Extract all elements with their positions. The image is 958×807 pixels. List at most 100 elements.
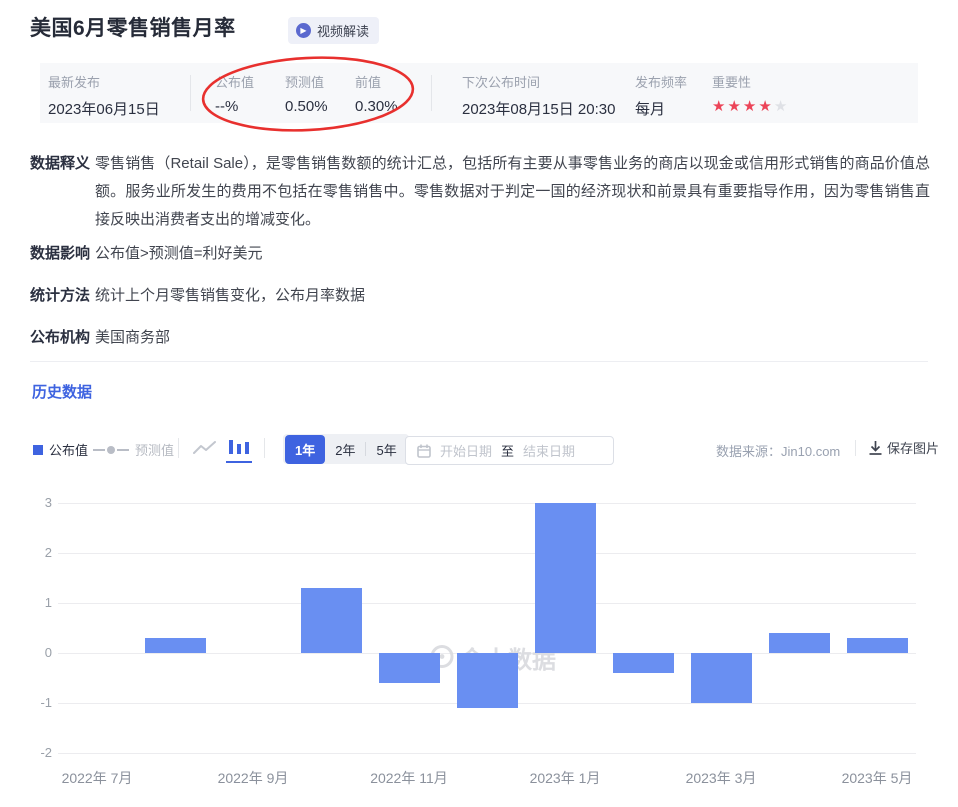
bar-2022年11月[interactable] bbox=[379, 653, 440, 683]
info-content: 美国商务部 bbox=[95, 324, 930, 352]
y-axis-tick-label: -1 bbox=[12, 695, 52, 710]
stats-bar: 最新发布 2023年06月15日 公布值 --% 预测值 0.50% 前值 0.… bbox=[40, 63, 918, 123]
info-row-definition: 数据释义 零售销售（Retail Sale），是零售销售数额的统计汇总，包括所有… bbox=[30, 150, 930, 234]
y-axis-tick-label: -2 bbox=[12, 745, 52, 760]
stat-value: 2023年06月15日 bbox=[48, 98, 160, 119]
info-row-agency: 公布机构 美国商务部 bbox=[30, 324, 930, 352]
stat-latest-release: 最新发布 2023年06月15日 bbox=[48, 72, 160, 119]
stat-label: 公布值 bbox=[215, 72, 254, 91]
star-icon: ★ bbox=[743, 98, 758, 115]
history-section-title: 历史数据 bbox=[32, 381, 92, 402]
bar-2023年4月[interactable] bbox=[769, 633, 830, 653]
legend-label: 预测值 bbox=[135, 440, 174, 459]
info-row-impact: 数据影响 公布值>预测值=利好美元 bbox=[30, 240, 930, 268]
x-axis-tick-label: 2023年 5月 bbox=[812, 768, 942, 788]
stat-value: 0.30% bbox=[355, 98, 398, 115]
y-axis-tick-label: 1 bbox=[12, 595, 52, 610]
stat-value: --% bbox=[215, 98, 254, 115]
range-button-1y[interactable]: 1年 bbox=[285, 435, 325, 464]
page-title: 美国6月零售销售月率 bbox=[30, 12, 236, 42]
legend-label: 公布值 bbox=[49, 440, 88, 459]
line-chart-icon bbox=[193, 441, 217, 455]
star-icon: ★ bbox=[774, 98, 789, 115]
star-icon: ★ bbox=[712, 98, 727, 115]
stat-next-release: 下次公布时间 2023年08月15日 20:30 bbox=[462, 72, 615, 119]
info-label: 统计方法 bbox=[30, 282, 90, 310]
legend-published[interactable]: 公布值 bbox=[33, 440, 88, 459]
divider bbox=[431, 75, 432, 111]
line-dot-icon bbox=[93, 445, 129, 455]
info-content: 零售销售（Retail Sale），是零售销售数额的统计汇总，包括所有主要从事零… bbox=[95, 150, 930, 234]
stat-label: 前值 bbox=[355, 72, 398, 91]
x-axis-tick-label: 2023年 1月 bbox=[500, 768, 630, 788]
info-row-method: 统计方法 统计上个月零售销售变化，公布月率数据 bbox=[30, 282, 930, 310]
date-separator: 至 bbox=[501, 441, 514, 460]
calendar-icon bbox=[417, 444, 431, 458]
stat-published: 公布值 --% bbox=[215, 72, 254, 115]
y-axis-tick-label: 0 bbox=[12, 645, 52, 660]
x-axis-tick-label: 2022年 7月 bbox=[32, 768, 162, 788]
info-label: 数据释义 bbox=[30, 150, 90, 178]
star-icon: ★ bbox=[727, 98, 742, 115]
download-icon bbox=[869, 441, 882, 455]
divider bbox=[264, 438, 265, 458]
stat-label: 预测值 bbox=[285, 72, 328, 91]
info-content: 公布值>预测值=利好美元 bbox=[95, 240, 930, 268]
bar-2022年8月[interactable] bbox=[145, 638, 206, 653]
bar-2023年2月[interactable] bbox=[613, 653, 674, 673]
line-chart-toggle[interactable] bbox=[193, 441, 217, 460]
bar-2023年1月[interactable] bbox=[535, 503, 596, 653]
info-label: 公布机构 bbox=[30, 324, 90, 352]
stat-value: 2023年08月15日 20:30 bbox=[462, 98, 615, 119]
stat-label: 发布频率 bbox=[635, 72, 687, 91]
bar-2022年10月[interactable] bbox=[301, 588, 362, 653]
history-bar-chart[interactable]: 金十数据 3210-1-22022年 7月2022年 9月2022年 11月20… bbox=[0, 480, 958, 807]
stat-forecast: 预测值 0.50% bbox=[285, 72, 328, 115]
video-explain-button[interactable]: ▶ 视频解读 bbox=[288, 17, 379, 44]
stat-previous: 前值 0.30% bbox=[355, 72, 398, 115]
data-source-label: 数据来源：Jin10.com bbox=[716, 441, 840, 460]
gridline bbox=[58, 503, 916, 504]
stat-importance: 重要性 ★★★★★ bbox=[712, 72, 789, 116]
bar-2022年12月[interactable] bbox=[457, 653, 518, 708]
range-button-2y[interactable]: 2年 bbox=[325, 435, 365, 464]
x-axis-tick-label: 2022年 11月 bbox=[344, 768, 474, 788]
stat-label: 重要性 bbox=[712, 72, 789, 91]
gridline bbox=[58, 553, 916, 554]
stat-frequency: 发布频率 每月 bbox=[635, 72, 687, 119]
play-icon: ▶ bbox=[296, 23, 311, 38]
start-date-input[interactable]: 开始日期 bbox=[440, 441, 492, 460]
star-icon: ★ bbox=[758, 98, 773, 115]
save-image-button[interactable]: 保存图片 bbox=[869, 438, 939, 457]
bar-2023年5月[interactable] bbox=[847, 638, 908, 653]
stat-value: 每月 bbox=[635, 98, 687, 119]
stat-label: 最新发布 bbox=[48, 72, 160, 91]
legend-forecast[interactable]: 预测值 bbox=[93, 440, 174, 459]
y-axis-tick-label: 2 bbox=[12, 545, 52, 560]
gridline bbox=[58, 603, 916, 604]
info-label: 数据影响 bbox=[30, 240, 90, 268]
bar-chart-icon bbox=[228, 439, 250, 455]
divider bbox=[178, 438, 179, 458]
y-axis-tick-label: 3 bbox=[12, 495, 52, 510]
range-button-5y[interactable]: 5年 bbox=[366, 435, 406, 464]
info-content: 统计上个月零售销售变化，公布月率数据 bbox=[95, 282, 930, 310]
bar-chart-toggle[interactable] bbox=[228, 439, 250, 460]
divider bbox=[30, 361, 928, 362]
bar-2023年3月[interactable] bbox=[691, 653, 752, 703]
divider bbox=[855, 440, 856, 456]
gridline bbox=[58, 753, 916, 754]
end-date-input[interactable]: 结束日期 bbox=[523, 441, 575, 460]
save-image-label: 保存图片 bbox=[887, 438, 939, 457]
video-explain-label: 视频解读 bbox=[317, 21, 369, 40]
x-axis-tick-label: 2023年 3月 bbox=[656, 768, 786, 788]
date-range-picker[interactable]: 开始日期 至 结束日期 bbox=[405, 436, 614, 465]
active-chart-type-indicator bbox=[226, 461, 252, 463]
page-root: 美国6月零售销售月率 ▶ 视频解读 最新发布 2023年06月15日 公布值 -… bbox=[0, 0, 958, 807]
importance-stars: ★★★★★ bbox=[712, 98, 789, 116]
stat-label: 下次公布时间 bbox=[462, 72, 615, 91]
range-button-group: 1年 2年 5年 bbox=[283, 434, 409, 464]
divider bbox=[190, 75, 191, 111]
legend-square-icon bbox=[33, 445, 43, 455]
stat-value: 0.50% bbox=[285, 98, 328, 115]
